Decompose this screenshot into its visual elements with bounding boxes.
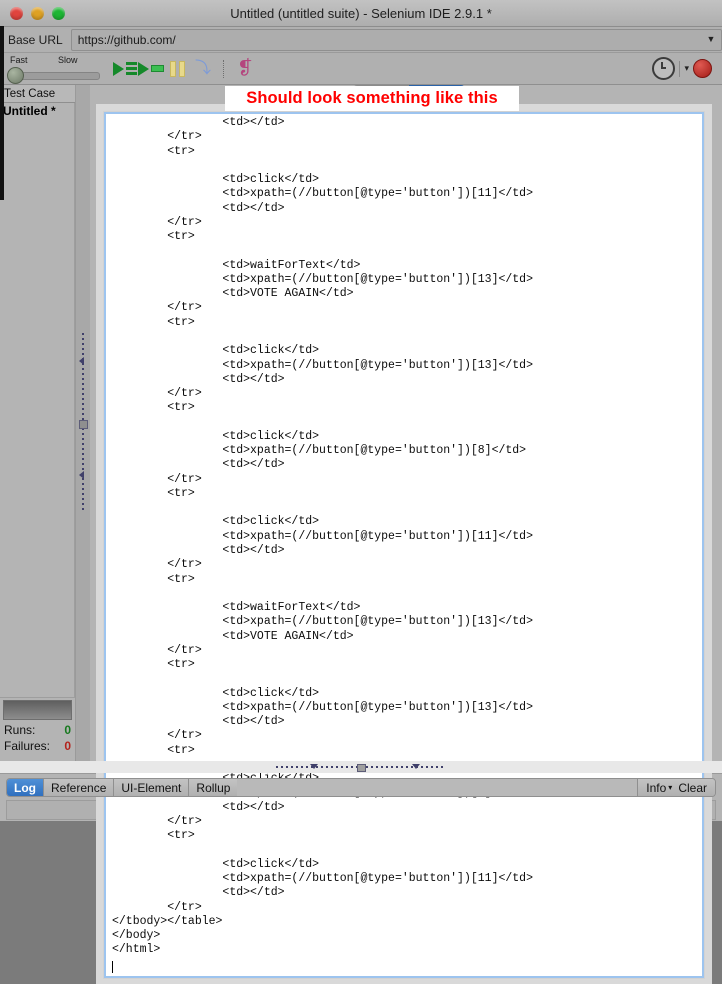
toolbar-separator (223, 59, 225, 78)
speed-fast-label: Fast (10, 54, 28, 65)
collapse-down-arrow-icon[interactable] (412, 764, 420, 769)
runs-value: 0 (64, 723, 71, 737)
step-arrow-icon: ⤵ (194, 59, 211, 77)
log-clear-label: Clear (678, 780, 707, 795)
base-url-label: Base URL (8, 32, 63, 47)
window-left-edge (0, 26, 4, 200)
rollup-spiral-icon: ❡ (237, 57, 253, 79)
chevron-down-icon[interactable]: ▼ (701, 35, 721, 44)
maximize-window-icon[interactable] (52, 6, 65, 20)
splitter-handle[interactable] (78, 420, 88, 429)
test-case-panel: Test Case Untitled * Runs: 0 Failures: 0 (0, 85, 76, 761)
tab-ui-element[interactable]: UI-Element (114, 779, 190, 796)
toolbar-divider (679, 60, 681, 77)
test-case-header: Test Case (0, 85, 75, 103)
collapse-left-arrow-icon[interactable] (79, 471, 84, 479)
step-button[interactable]: ⤵ (190, 57, 216, 81)
close-window-icon[interactable] (10, 6, 23, 20)
speed-slow-label: Slow (58, 54, 78, 65)
play-current-test-button[interactable] (138, 57, 164, 81)
collapse-left-arrow-icon[interactable] (79, 357, 84, 365)
log-info-menu[interactable]: Info ▾ (646, 781, 672, 795)
play-triangle-icon (113, 61, 124, 76)
minimize-window-icon[interactable] (31, 6, 44, 20)
play-triangle-icon (138, 61, 149, 76)
main-toolbar: Fast Slow ⤵ ❡ ▾ (0, 53, 722, 85)
execution-speed-slider[interactable]: Fast Slow (6, 54, 102, 84)
window-controls (10, 6, 65, 20)
single-test-bar-icon (151, 65, 164, 72)
failures-value: 0 (64, 739, 71, 753)
base-url-combo[interactable]: https://github.com/ ▼ (70, 28, 722, 51)
splitter-handle[interactable] (357, 764, 366, 772)
chevron-down-icon[interactable]: ▾ (668, 783, 672, 792)
clock-icon[interactable] (652, 57, 676, 80)
source-editor[interactable]: <td></td> </tr> <tr> <td>click</td> <td>… (104, 112, 704, 978)
stat-runs: Runs: 0 (4, 723, 71, 737)
chevron-down-icon[interactable]: ▾ (684, 63, 689, 74)
log-info-label: Info (646, 780, 667, 795)
all-tests-bars-icon (126, 62, 137, 75)
source-code-text[interactable]: <td></td> </tr> <tr> <td>click</td> <td>… (112, 116, 702, 958)
annotation-banner: Should look something like this (225, 86, 519, 111)
selenium-ide-window: Untitled (untitled suite) - Selenium IDE… (0, 0, 722, 984)
speed-slider-knob[interactable] (7, 66, 24, 84)
source-editor-container: <td></td> </tr> <tr> <td>click</td> <td>… (96, 104, 712, 984)
vertical-splitter[interactable] (76, 85, 90, 761)
run-progress-bar (3, 700, 72, 720)
base-url-bar: Base URL https://github.com/ ▼ (0, 27, 722, 53)
tab-rollup[interactable]: Rollup (189, 779, 238, 796)
editor-panel: Table Source <td></td> </tr> <tr> <td>cl… (90, 85, 722, 984)
runs-label: Runs: (4, 723, 36, 737)
text-cursor (112, 960, 113, 973)
base-url-input[interactable]: https://github.com/ (72, 33, 701, 47)
test-case-list[interactable]: Untitled * (0, 103, 75, 698)
failures-label: Failures: (4, 739, 51, 753)
list-item[interactable]: Untitled * (0, 103, 74, 118)
log-actions: Info ▾ Clear (637, 779, 715, 796)
horizontal-splitter[interactable] (0, 761, 722, 773)
log-clear-button[interactable]: Clear (678, 781, 707, 795)
main-split: Test Case Untitled * Runs: 0 Failures: 0 (0, 85, 722, 984)
pause-resume-button[interactable] (164, 57, 190, 81)
tab-log[interactable]: Log (7, 779, 44, 796)
collapse-down-arrow-icon[interactable] (310, 764, 318, 769)
title-bar: Untitled (untitled suite) - Selenium IDE… (0, 0, 722, 27)
record-dot-icon[interactable] (693, 59, 712, 78)
log-tabstrip: Log Reference UI-Element Rollup Info ▾ C… (6, 778, 716, 797)
window-title: Untitled (untitled suite) - Selenium IDE… (230, 5, 492, 21)
pause-icon (169, 60, 185, 77)
annotation-text: Should look something like this (246, 89, 498, 107)
run-stats: Runs: 0 Failures: 0 (0, 723, 75, 761)
play-entire-suite-button[interactable] (112, 57, 138, 81)
tab-reference[interactable]: Reference (44, 779, 115, 796)
toolbar-right-group: ▾ (652, 57, 716, 80)
apply-rollup-rules-button[interactable]: ❡ (232, 57, 258, 81)
stat-failures: Failures: 0 (4, 739, 71, 753)
